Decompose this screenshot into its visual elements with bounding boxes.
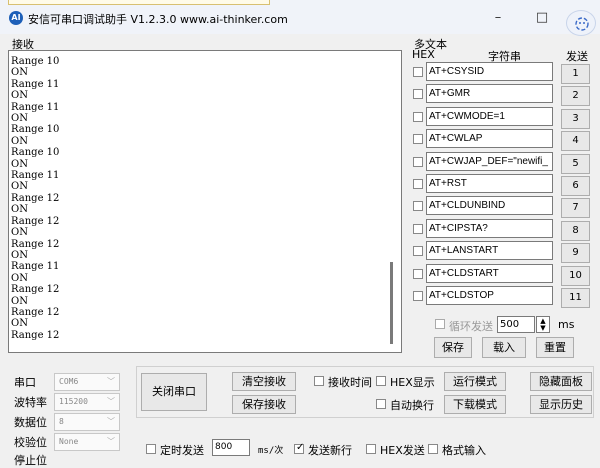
- row-hex-checkbox[interactable]: [413, 224, 423, 234]
- row-hex-checkbox[interactable]: [413, 246, 423, 256]
- hex-column-header: HEX: [412, 48, 435, 61]
- row-send-button[interactable]: 1: [561, 64, 590, 84]
- row-hex-checkbox[interactable]: [413, 269, 423, 279]
- port-select[interactable]: COM6 ﹀: [54, 373, 120, 391]
- row-string-input[interactable]: AT+RST: [426, 174, 553, 193]
- row-string-input[interactable]: AT+CLDSTART: [426, 264, 553, 283]
- hide-panel-button[interactable]: 隐藏面板: [530, 372, 592, 391]
- clear-receive-button[interactable]: 清空接收: [232, 372, 296, 391]
- baud-select[interactable]: 115200 ﹀: [54, 393, 120, 411]
- close-button[interactable]: [566, 10, 596, 36]
- stop-bits-label: 停止位: [14, 454, 47, 467]
- row-send-button[interactable]: 11: [561, 288, 590, 308]
- hex-send-label: HEX发送: [380, 444, 425, 457]
- timed-send-label: 定时发送: [160, 444, 204, 457]
- row-string-input[interactable]: AT+CLDUNBIND: [426, 196, 553, 215]
- send-newline-checkbox[interactable]: [294, 442, 304, 454]
- loop-interval-spinner[interactable]: ▲ ▼: [536, 316, 550, 333]
- window-title: 安信可串口调试助手 V1.2.3.0 www.ai-thinker.com: [28, 13, 288, 26]
- row-send-button[interactable]: 5: [561, 154, 590, 174]
- row-send-button[interactable]: 2: [561, 86, 590, 106]
- row-string-input[interactable]: AT+GMR: [426, 84, 553, 103]
- show-history-button[interactable]: 显示历史: [530, 395, 592, 414]
- row-send-button[interactable]: 6: [561, 176, 590, 196]
- data-bits-label: 数据位: [14, 416, 47, 429]
- row-string-input[interactable]: AT+CLDSTOP: [426, 286, 553, 305]
- row-hex-checkbox[interactable]: [413, 201, 423, 211]
- row-send-button[interactable]: 3: [561, 109, 590, 129]
- loop-interval-input[interactable]: 500: [497, 316, 535, 333]
- chevron-down-icon: ﹀: [107, 397, 115, 406]
- auto-wrap-label: 自动换行: [390, 399, 434, 412]
- receive-scrollbar[interactable]: [390, 262, 393, 344]
- row-send-button[interactable]: 9: [561, 243, 590, 263]
- chevron-down-icon: ﹀: [107, 377, 115, 386]
- save-receive-button[interactable]: 保存接收: [232, 395, 296, 414]
- load-multi-button[interactable]: 载入: [482, 337, 526, 358]
- reset-multi-button[interactable]: 重置: [536, 337, 574, 358]
- timed-send-checkbox[interactable]: [146, 444, 156, 454]
- row-string-input[interactable]: AT+CWLAP: [426, 129, 553, 148]
- row-string-input[interactable]: AT+LANSTART: [426, 241, 553, 260]
- row-hex-checkbox[interactable]: [413, 179, 423, 189]
- baud-label: 波特率: [14, 396, 47, 409]
- row-send-button[interactable]: 4: [561, 131, 590, 151]
- save-multi-button[interactable]: 保存: [434, 337, 472, 358]
- row-string-input[interactable]: AT+CSYSID: [426, 62, 553, 81]
- data-bits-value: 8: [59, 417, 64, 426]
- row-send-button[interactable]: 8: [561, 221, 590, 241]
- row-hex-checkbox[interactable]: [413, 157, 423, 167]
- row-hex-checkbox[interactable]: [413, 112, 423, 122]
- app-logo-icon: AI: [9, 11, 23, 25]
- hex-display-checkbox[interactable]: [376, 376, 386, 386]
- loop-send-label: 循环发送: [449, 320, 493, 333]
- data-bits-select[interactable]: 8 ﹀: [54, 413, 120, 431]
- row-string-input[interactable]: AT+CWJAP_DEF="newifi_: [426, 152, 553, 171]
- loop-unit-label: ms: [558, 318, 575, 331]
- run-mode-button[interactable]: 运行模式: [444, 372, 506, 391]
- loop-send-checkbox[interactable]: [435, 319, 445, 329]
- download-mode-button[interactable]: 下载模式: [444, 395, 506, 414]
- timed-unit-label: ms/次: [258, 446, 284, 456]
- auto-wrap-checkbox[interactable]: [376, 399, 386, 409]
- close-icon: [575, 17, 589, 31]
- row-hex-checkbox[interactable]: [413, 134, 423, 144]
- parity-select[interactable]: None ﹀: [54, 433, 120, 451]
- receive-time-label: 接收时间: [328, 376, 372, 389]
- hex-send-checkbox[interactable]: [366, 444, 376, 454]
- receive-time-checkbox[interactable]: [314, 376, 324, 386]
- send-column-header: 发送: [566, 50, 588, 63]
- row-hex-checkbox[interactable]: [413, 89, 423, 99]
- format-input-checkbox[interactable]: [428, 444, 438, 454]
- port-label: 串口: [14, 376, 36, 389]
- minimize-button[interactable]: –: [484, 8, 512, 28]
- close-port-button[interactable]: 关闭串口: [141, 373, 207, 411]
- receive-text: Range 10 ON Range 11 ON Range 11 ON Rang…: [11, 56, 60, 341]
- parity-value: None: [59, 437, 79, 446]
- port-value: COM6: [59, 377, 79, 386]
- row-string-input[interactable]: AT+CWMODE=1: [426, 107, 553, 126]
- row-send-button[interactable]: 10: [561, 266, 590, 286]
- row-hex-checkbox[interactable]: [413, 67, 423, 77]
- receive-textarea[interactable]: Range 10 ON Range 11 ON Range 11 ON Rang…: [8, 50, 402, 353]
- row-send-button[interactable]: 7: [561, 198, 590, 218]
- chevron-down-icon: ﹀: [107, 437, 115, 446]
- timed-interval-input[interactable]: 800: [212, 439, 250, 456]
- baud-value: 115200: [59, 397, 88, 406]
- maximize-button[interactable]: □: [528, 8, 556, 28]
- hex-display-label: HEX显示: [390, 376, 435, 389]
- parity-label: 校验位: [14, 436, 47, 449]
- row-hex-checkbox[interactable]: [413, 291, 423, 301]
- chevron-down-icon: ﹀: [107, 417, 115, 426]
- send-newline-label: 发送新行: [308, 444, 352, 457]
- format-input-label: 格式输入: [442, 444, 486, 457]
- tooltip-strip: [8, 0, 270, 5]
- row-string-input[interactable]: AT+CIPSTA?: [426, 219, 553, 238]
